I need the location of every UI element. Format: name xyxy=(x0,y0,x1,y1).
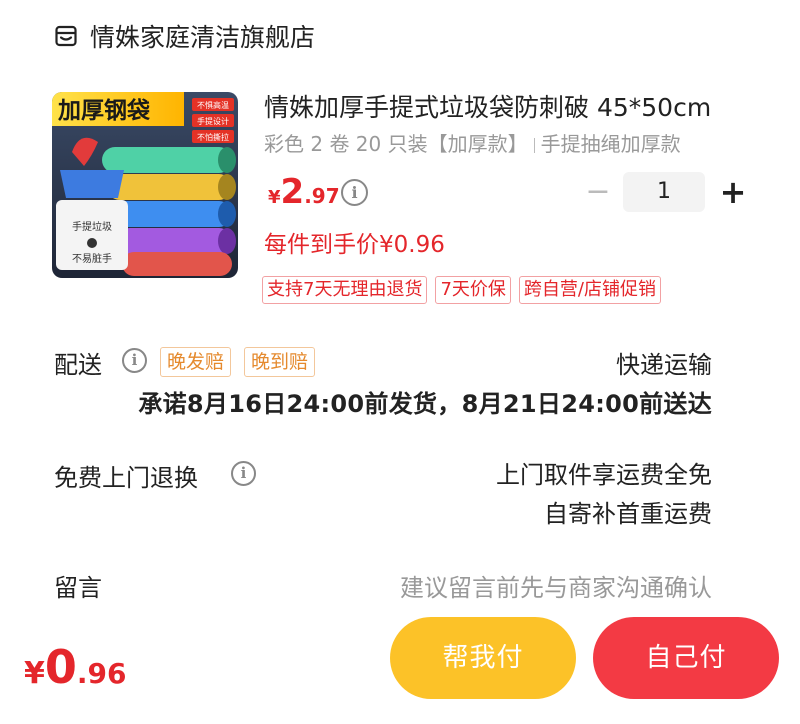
spec-text-2: 手提抽绳加厚款 xyxy=(540,132,681,156)
per-item-price: 每件到手价¥0.96 xyxy=(264,232,445,258)
image-badge-3: 不怕撕拉 xyxy=(197,132,229,142)
message-label: 留言 xyxy=(54,574,102,602)
return-info-icon[interactable]: i xyxy=(231,461,256,486)
increase-quantity-button[interactable]: + xyxy=(718,176,748,208)
return-pickup-text: 上门取件享运费全免 xyxy=(496,461,712,489)
image-badge-1: 不惧高温 xyxy=(197,100,229,110)
quantity-input[interactable]: 1 xyxy=(623,172,705,212)
image-bin-label-2: 不易脏手 xyxy=(72,252,112,265)
message-input[interactable]: 建议留言前先与商家沟通确认 xyxy=(400,568,712,603)
image-badge-2: 手提设计 xyxy=(197,116,229,126)
decrease-quantity-button[interactable]: − xyxy=(585,176,611,208)
shipping-method[interactable]: 快递运输 xyxy=(616,345,712,380)
image-banner-text: 加厚钢袋 xyxy=(57,97,151,124)
help-me-pay-button[interactable]: 帮我付 xyxy=(390,617,576,699)
service-tag: 支持7天无理由退货 xyxy=(262,276,428,304)
total-decimal: .96 xyxy=(76,657,127,690)
free-return-label: 免费上门退换 xyxy=(54,464,198,492)
shop-name: 情姝家庭清洁旗舰店 xyxy=(90,23,316,52)
price-integer: 2 xyxy=(280,172,305,212)
garbage-bag-rolls-image: 加厚钢袋 不惧高温 手提设计 不怕撕拉 手提垃圾 不易脏手 xyxy=(52,92,238,278)
price-decimal: .97 xyxy=(304,184,340,208)
total-symbol: ¥ xyxy=(24,656,45,691)
order-card: 情姝家庭清洁旗舰店 加厚钢袋 不惧高温 手提设计 不怕撕拉 手提垃圾 不易脏手 … xyxy=(0,0,800,608)
product-title[interactable]: 情姝加厚手提式垃圾袋防刺破 45*50cm xyxy=(264,88,744,124)
shop-icon xyxy=(55,25,77,47)
late-ship-compensation-tag: 晚发赔 xyxy=(160,347,232,377)
total-integer: 0 xyxy=(44,640,77,694)
return-self-ship-text: 自寄补首重运费 xyxy=(544,500,712,528)
price-symbol: ¥ xyxy=(268,187,281,208)
service-tags: 支持7天无理由退货 7天价保 跨自营/店铺促销 xyxy=(262,276,661,304)
spec-divider xyxy=(533,138,535,153)
delivery-promise: 承诺8月16日24:00前发货，8月21日24:00前送达 xyxy=(138,390,712,418)
spec-text: 彩色 2 卷 20 只装【加厚款】 xyxy=(264,132,528,156)
shop-header[interactable]: 情姝家庭清洁旗舰店 xyxy=(54,16,315,56)
late-delivery-compensation-tag: 晚到赔 xyxy=(244,347,316,377)
product-spec[interactable]: 彩色 2 卷 20 只装【加厚款】 手提抽绳加厚款 xyxy=(264,128,681,157)
image-bin-label-1: 手提垃圾 xyxy=(72,220,112,233)
service-tag: 跨自营/店铺促销 xyxy=(518,276,661,304)
shipping-label: 配送 xyxy=(54,351,102,379)
product-price: ¥2.97 xyxy=(268,172,340,212)
shipping-info-icon[interactable]: i xyxy=(122,348,147,373)
total-price: ¥0.96 xyxy=(24,640,127,694)
product-image[interactable]: 加厚钢袋 不惧高温 手提设计 不怕撕拉 手提垃圾 不易脏手 xyxy=(52,92,238,278)
pay-myself-button[interactable]: 自己付 xyxy=(593,617,779,699)
price-info-icon[interactable]: i xyxy=(341,179,368,206)
service-tag: 7天价保 xyxy=(435,276,511,304)
